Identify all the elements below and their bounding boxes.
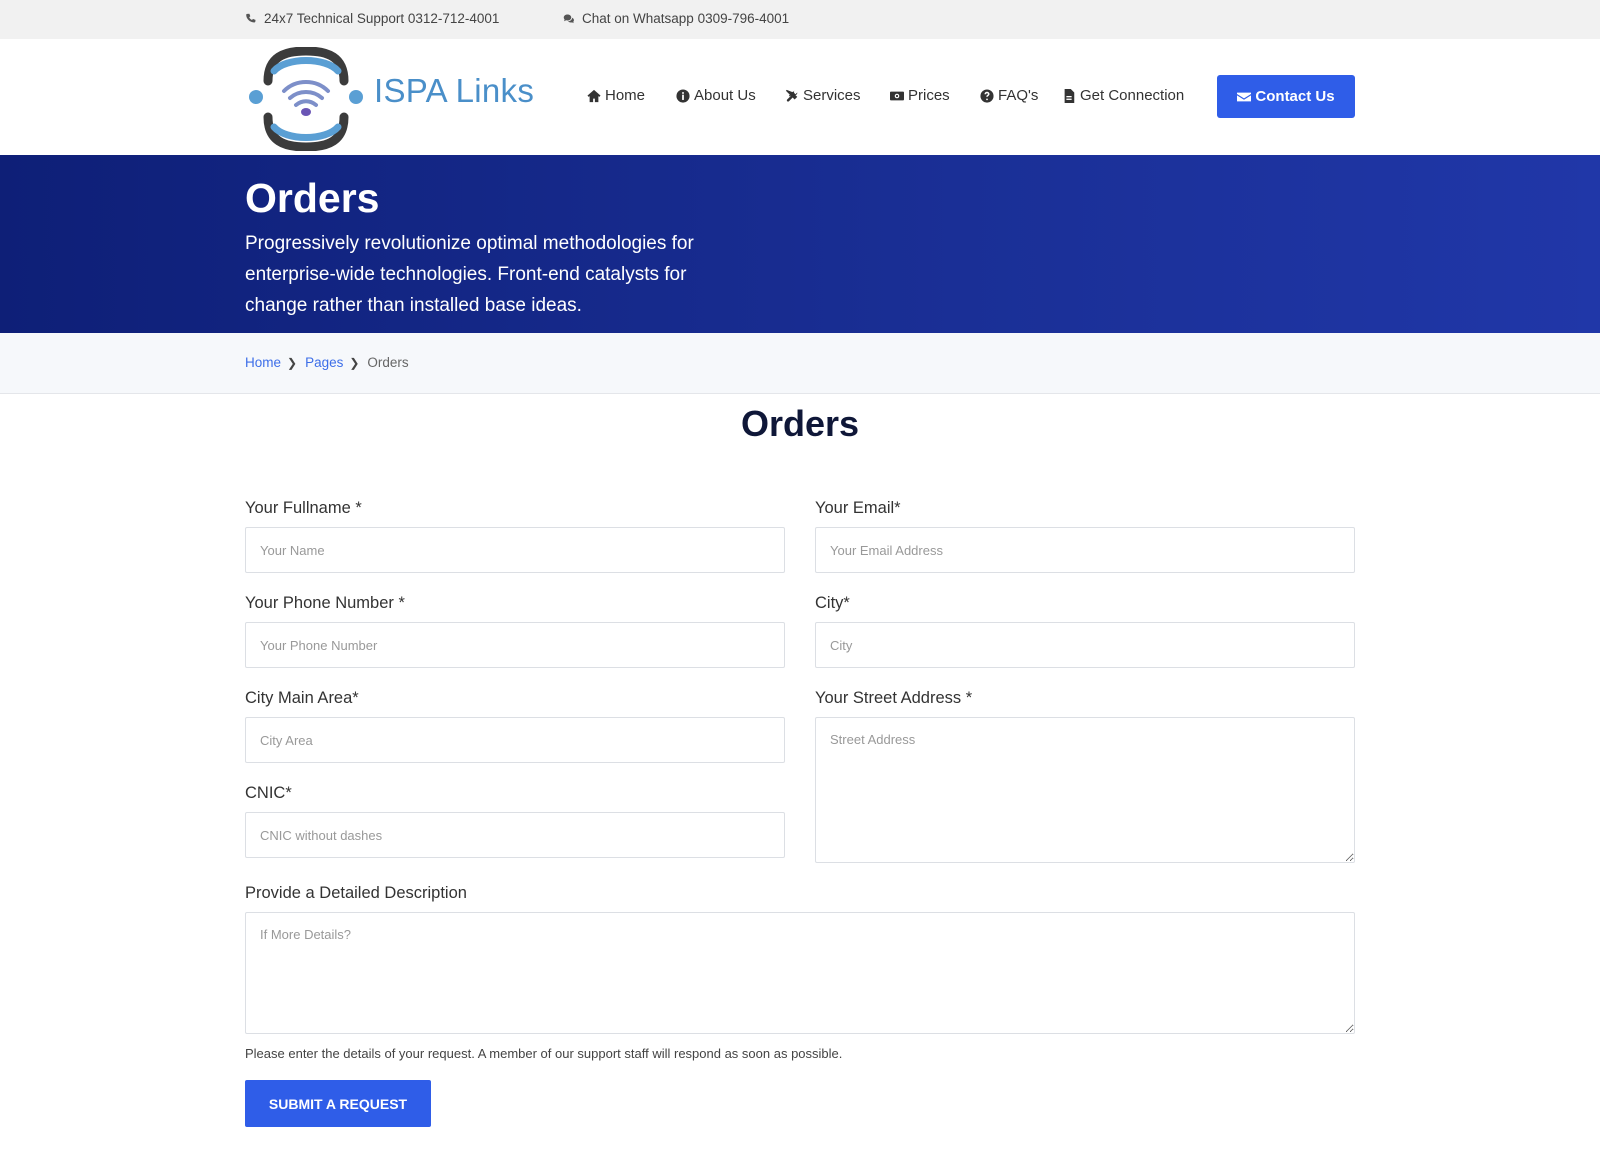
nav-get-connection[interactable]: Get Connection bbox=[1062, 87, 1184, 104]
nav-faq-label: FAQ's bbox=[998, 87, 1039, 104]
fullname-input[interactable] bbox=[245, 527, 785, 573]
breadcrumb-bar: Home ❯ Pages ❯ Orders bbox=[0, 333, 1600, 394]
nav-home-label: Home bbox=[605, 87, 646, 104]
money-icon bbox=[890, 91, 904, 100]
info-icon bbox=[676, 88, 690, 103]
phone-icon bbox=[246, 13, 256, 22]
brand-logo-icon[interactable] bbox=[246, 47, 366, 151]
help-text: Please enter the details of your request… bbox=[245, 1046, 843, 1061]
top-bar: 24x7 Technical Support 0312-712-4001 Cha… bbox=[0, 0, 1600, 39]
page-title: Orders bbox=[740, 403, 860, 444]
nav-about[interactable]: About Us bbox=[676, 87, 756, 104]
chevron-right-icon: ❯ bbox=[349, 355, 360, 370]
nav-get-connection-label: Get Connection bbox=[1080, 87, 1185, 104]
city-label: City* bbox=[815, 594, 850, 612]
support-text: 24x7 Technical Support 0312-712-4001 bbox=[264, 11, 500, 26]
chat-text: Chat on Whatsapp 0309-796-4001 bbox=[582, 11, 790, 26]
description-textarea[interactable] bbox=[245, 912, 1355, 1034]
phone-label: Your Phone Number * bbox=[245, 594, 405, 612]
tools-icon bbox=[785, 89, 798, 102]
breadcrumb: Home ❯ Pages ❯ Orders bbox=[245, 355, 409, 370]
breadcrumb-current: Orders bbox=[367, 355, 409, 370]
nav-prices[interactable]: Prices bbox=[890, 87, 950, 104]
fullname-label: Your Fullname * bbox=[245, 499, 362, 517]
contact-us-label: Contact Us bbox=[1255, 88, 1335, 105]
breadcrumb-pages[interactable]: Pages bbox=[305, 355, 343, 370]
envelope-icon bbox=[1237, 92, 1252, 101]
home-icon bbox=[587, 89, 601, 102]
hero-title: Orders bbox=[245, 175, 380, 221]
cnic-input[interactable] bbox=[245, 812, 785, 858]
brand-name[interactable]: ISPA Links bbox=[374, 72, 534, 110]
street-address-label: Your Street Address * bbox=[815, 689, 973, 707]
city-area-label: City Main Area* bbox=[245, 689, 359, 707]
nav-services[interactable]: Services bbox=[785, 87, 861, 104]
whatsapp-info[interactable]: Chat on Whatsapp 0309-796-4001 bbox=[563, 11, 789, 26]
chat-icon bbox=[563, 14, 574, 23]
nav-about-label: About Us bbox=[694, 87, 756, 104]
nav-home[interactable]: Home bbox=[587, 87, 645, 104]
nav-faq[interactable]: FAQ's bbox=[980, 87, 1038, 104]
city-area-input[interactable] bbox=[245, 717, 785, 763]
hero-banner: Orders Progressively revolutionize optim… bbox=[0, 155, 1600, 333]
support-info: 24x7 Technical Support 0312-712-4001 bbox=[245, 11, 499, 26]
submit-request-button[interactable]: SUBMIT A REQUEST bbox=[245, 1080, 431, 1127]
street-address-textarea[interactable] bbox=[815, 717, 1355, 863]
contact-us-button[interactable]: Contact Us bbox=[1217, 75, 1355, 118]
nav-services-label: Services bbox=[803, 87, 861, 104]
file-icon bbox=[1064, 88, 1075, 103]
cnic-label: CNIC* bbox=[245, 784, 292, 802]
hero-description: Progressively revolutionize optimal meth… bbox=[245, 233, 694, 316]
breadcrumb-home[interactable]: Home bbox=[245, 355, 281, 370]
nav-prices-label: Prices bbox=[908, 87, 950, 104]
city-input[interactable] bbox=[815, 622, 1355, 668]
description-label: Provide a Detailed Description bbox=[245, 884, 467, 902]
question-circle-icon bbox=[980, 88, 994, 103]
chevron-right-icon: ❯ bbox=[287, 355, 298, 370]
phone-input[interactable] bbox=[245, 622, 785, 668]
email-label: Your Email* bbox=[815, 499, 901, 517]
email-input[interactable] bbox=[815, 527, 1355, 573]
